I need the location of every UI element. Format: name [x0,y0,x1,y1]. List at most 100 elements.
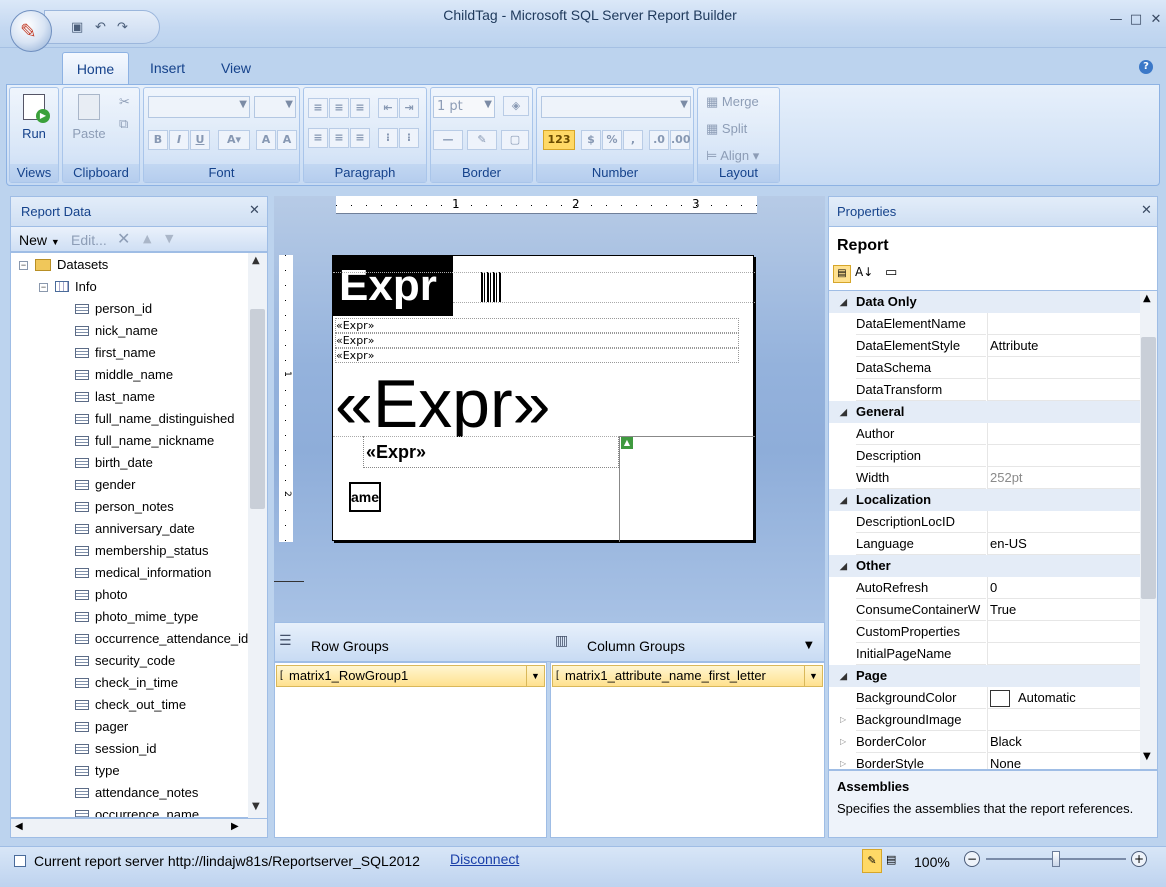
bold-button[interactable]: B [148,130,168,150]
align-right-button[interactable]: ≡ [350,128,370,148]
disconnect-link[interactable]: Disconnect [450,851,519,867]
align-top-button[interactable]: ≡ [308,98,328,118]
tree-field[interactable]: membership_status [11,540,249,562]
property-pages-icon[interactable]: ▭ [885,265,897,280]
collapse-icon[interactable]: − [39,283,48,292]
property-value[interactable] [987,313,1141,335]
placeholder-styles-button[interactable]: 123 [543,130,575,150]
close-icon[interactable]: ✕ [1141,203,1152,218]
scroll-down-icon[interactable]: ▼ [252,801,260,812]
expr-textbox[interactable]: «Expr» [335,333,739,348]
paste-button[interactable]: Paste [69,92,109,141]
property-value[interactable]: 0 [987,577,1141,599]
scroll-left-icon[interactable]: ◀ [15,821,23,832]
tree-field[interactable]: photo_mime_type [11,606,249,628]
background-color-button[interactable]: ◈ [503,96,529,116]
property-row[interactable]: ▷ BorderColor Black [829,731,1141,753]
move-up-icon[interactable]: ▲ [143,232,151,245]
property-value[interactable] [987,511,1141,533]
tree-field[interactable]: full_name_distinguished [11,408,249,430]
tree-field[interactable]: security_code [11,650,249,672]
tab-home[interactable]: Home [62,52,129,85]
row-group-item[interactable]: [ matrix1_RowGroup1 ▼ [276,665,545,687]
scroll-up-icon[interactable]: ▲ [1143,293,1151,304]
copy-icon[interactable]: ⧉ [119,116,128,132]
zoom-in-icon[interactable]: + [1131,851,1147,867]
property-value[interactable]: Attribute [987,335,1141,357]
scroll-thumb[interactable] [250,309,265,509]
number-format-combo[interactable]: ▼ [541,96,691,118]
property-grid[interactable]: ◢ Data Only DataElementName DataElementStyl… [828,290,1158,770]
close-icon[interactable]: ✕ [1145,12,1166,27]
italic-button[interactable]: I [169,130,189,150]
font-color-button[interactable]: A▾ [218,130,250,150]
property-value[interactable] [987,709,1141,731]
split-button[interactable]: ▦ Split [706,121,747,137]
edit-button[interactable]: Edit... [71,232,107,248]
border-color-button[interactable]: ✎ [467,130,497,150]
tree-field[interactable]: gender [11,474,249,496]
tree-field[interactable]: middle_name [11,364,249,386]
tree-field[interactable]: check_in_time [11,672,249,694]
matrix-cell[interactable]: ▲ [619,436,755,542]
sort-alpha-icon[interactable]: A↓ [855,265,873,279]
categorized-icon[interactable]: ▤ [833,265,851,283]
percent-button[interactable]: % [602,130,622,150]
borders-button[interactable]: ▢ [501,130,529,150]
chevron-down-icon[interactable]: ▼ [804,666,822,686]
zoom-slider[interactable] [986,851,1126,867]
expand-icon[interactable]: ▷ [840,753,846,769]
property-value[interactable] [987,643,1141,665]
property-value[interactable] [987,379,1141,401]
tree-field[interactable]: session_id [11,738,249,760]
property-row[interactable]: ConsumeContainerW True [829,599,1141,621]
cut-icon[interactable]: ✂ [119,94,130,110]
property-row[interactable]: Language en-US [829,533,1141,555]
grow-font-button[interactable]: A [256,130,276,150]
tree-field[interactable]: photo [11,584,249,606]
property-category[interactable]: ◢ General [829,401,1141,423]
property-row[interactable]: DescriptionLocID [829,511,1141,533]
collapse-icon[interactable]: − [19,261,28,270]
align-center-button[interactable]: ≡ [329,128,349,148]
run-button[interactable]: ▶ Run [16,92,52,148]
property-value[interactable] [987,445,1141,467]
expr-textbox[interactable]: «Expr» [335,348,739,363]
tree-field[interactable]: pager [11,716,249,738]
tree-dataset-info[interactable]: − Info [11,276,249,298]
name-textbox[interactable]: ame [349,482,381,512]
property-category[interactable]: ◢ Data Only [829,291,1141,313]
tree-field[interactable]: medical_information [11,562,249,584]
tree-field[interactable]: person_notes [11,496,249,518]
expand-icon[interactable]: ▷ [840,709,846,731]
property-row[interactable]: ▷ BackgroundImage [829,709,1141,731]
shrink-font-button[interactable]: A [277,130,297,150]
scroll-right-icon[interactable]: ▶ [231,821,239,832]
new-button[interactable]: New ▼ [19,232,60,248]
comma-button[interactable]: , [623,130,643,150]
header-expr-textbox[interactable]: Expr [333,256,453,316]
property-value[interactable] [987,621,1141,643]
property-row[interactable]: DataElementStyle Attribute [829,335,1141,357]
tree-field[interactable]: type [11,760,249,782]
currency-button[interactable]: $ [581,130,601,150]
align-bottom-button[interactable]: ≡ [350,98,370,118]
tree-field[interactable]: anniversary_date [11,518,249,540]
tree-field[interactable]: occurrence_name [11,804,249,817]
minimize-icon[interactable]: — [1105,12,1127,27]
tab-insert[interactable]: Insert [140,52,195,85]
property-category[interactable]: ◢ Page [829,665,1141,687]
barcode-image[interactable] [481,272,501,302]
collapse-icon[interactable]: ◢ [840,489,847,511]
report-data-hscroll[interactable]: ◀ ▶ [10,818,268,838]
property-value[interactable] [987,423,1141,445]
chevron-down-icon[interactable]: ▼ [805,640,813,651]
underline-button[interactable]: U [190,130,210,150]
property-value[interactable]: Black [987,731,1141,753]
property-row[interactable]: Author [829,423,1141,445]
save-icon[interactable]: ▣ [71,20,83,35]
font-size-combo[interactable]: ▼ [254,96,296,118]
merge-button[interactable]: ▦ Merge [706,94,759,110]
increase-decimal-button[interactable]: .0 [649,130,669,150]
tree-field[interactable]: full_name_nickname [11,430,249,452]
